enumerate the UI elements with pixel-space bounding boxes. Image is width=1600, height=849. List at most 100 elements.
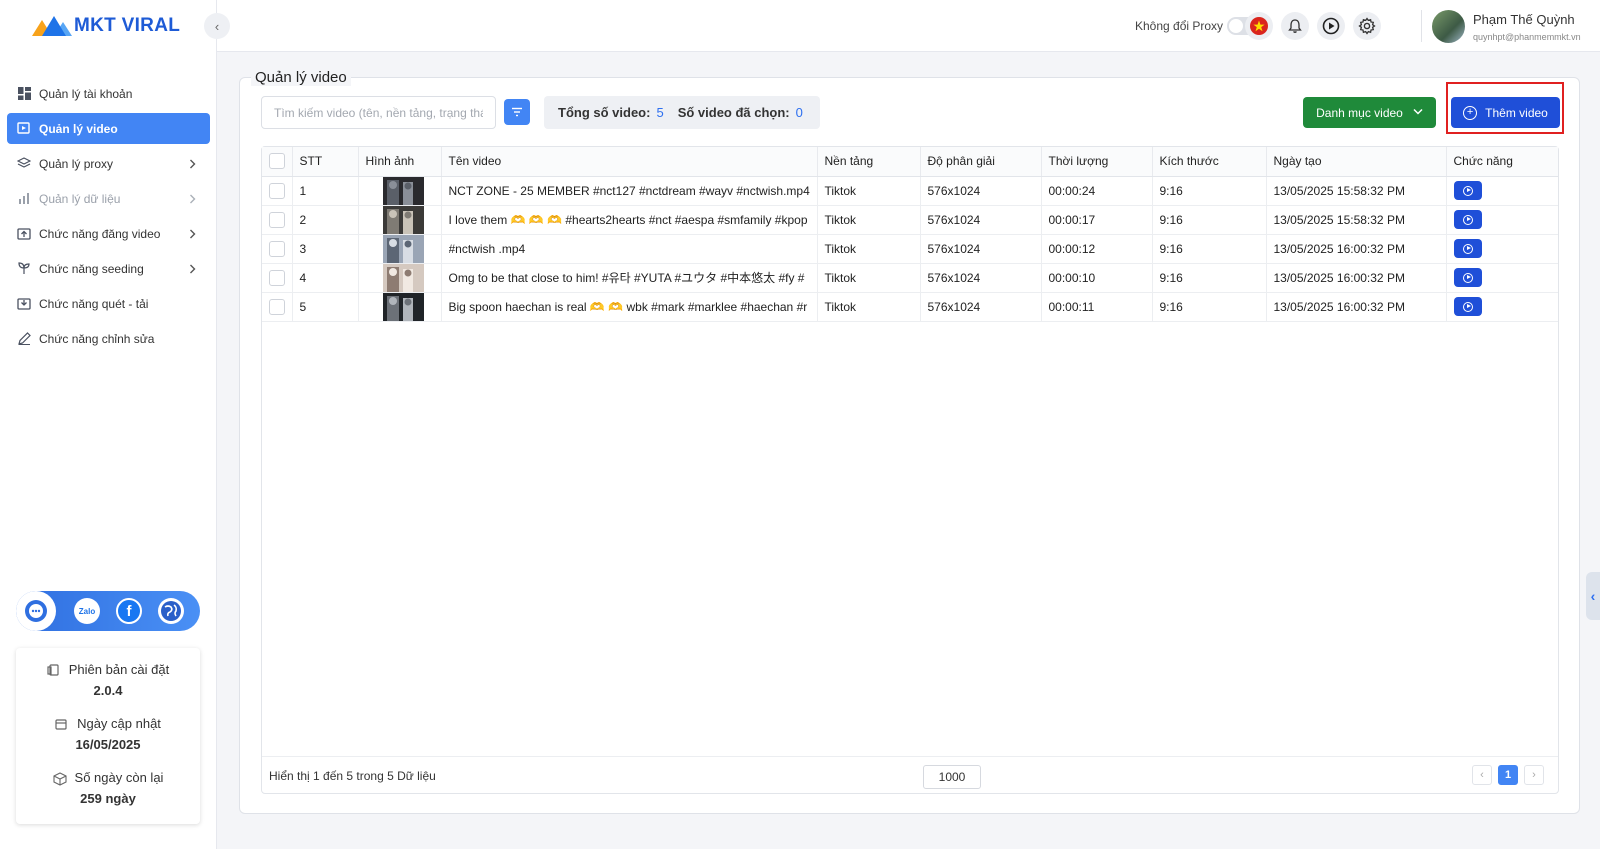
next-page-button[interactable]: › <box>1524 765 1544 785</box>
video-category-button[interactable]: Danh mục video <box>1303 97 1436 128</box>
resolution: 576x1024 <box>927 270 981 285</box>
top-header: Không đổi Proxy Phạm Thế Quỳnh quynhpt@p… <box>217 0 1600 52</box>
filter-button[interactable] <box>504 99 530 125</box>
aspect-size: 9:16 <box>1159 183 1183 198</box>
prev-page-button[interactable]: ‹ <box>1472 765 1492 785</box>
column-header[interactable]: STT <box>292 147 359 177</box>
sidebar-item-4[interactable]: Quản lý dữ liệu <box>7 183 210 214</box>
search-input[interactable] <box>261 96 496 129</box>
globe-icon[interactable] <box>158 598 184 624</box>
column-header[interactable]: Hình ảnh <box>358 147 442 177</box>
chevron-left-icon: ‹ <box>214 18 220 34</box>
zalo-icon[interactable]: Zalo <box>74 598 100 624</box>
row-index: 3 <box>299 241 307 256</box>
column-header[interactable]: Ngày tạo <box>1266 147 1447 177</box>
update-label: Ngày cập nhật <box>77 716 161 731</box>
play-video-button[interactable] <box>1453 181 1482 200</box>
facebook-icon[interactable]: f <box>116 598 142 624</box>
column-header[interactable]: Kích thước <box>1152 147 1267 177</box>
column-header[interactable]: Thời lượng <box>1041 147 1153 177</box>
column-header[interactable]: Tên video <box>441 147 818 177</box>
add-video-button[interactable]: + Thêm video <box>1451 97 1560 128</box>
column-header[interactable]: Chức năng <box>1446 147 1558 177</box>
play-video-button[interactable] <box>1453 297 1482 316</box>
video-name: Big spoon haechan is real 🫶 🫶 wbk #mark … <box>448 299 808 314</box>
filter-icon <box>512 107 522 117</box>
sidebar-item-label: Chức năng seeding <box>39 261 144 276</box>
tutorial-button[interactable] <box>1317 12 1345 40</box>
play-video-button[interactable] <box>1453 210 1482 229</box>
column-header[interactable]: Nền tảng <box>817 147 921 177</box>
chevron-right-icon <box>189 227 196 242</box>
user-email: quynhpt@phanmemmkt.vn <box>1473 32 1581 42</box>
sidebar-item-label: Quản lý tài khoản <box>39 86 133 101</box>
table-cell <box>358 263 442 293</box>
table-cell <box>262 205 293 235</box>
row-checkbox[interactable] <box>269 269 285 286</box>
duration: 00:00:17 <box>1048 212 1096 227</box>
sidebar-item-5[interactable]: Chức năng đăng video <box>7 218 210 249</box>
video-thumbnail[interactable] <box>382 176 424 205</box>
page-button-current[interactable]: 1 <box>1498 765 1518 785</box>
video-thumbnail[interactable] <box>382 234 424 263</box>
sidebar-item-8[interactable]: Chức năng chỉnh sửa <box>7 323 210 354</box>
table-cell: Tiktok <box>817 205 921 235</box>
table-row[interactable]: 5 Big spoon haechan is real 🫶 🫶 wbk #mark… <box>262 292 1558 322</box>
play-icon <box>1462 243 1473 254</box>
table-cell: 9:16 <box>1152 292 1267 322</box>
sidebar-item-6[interactable]: Chức năng seeding <box>7 253 210 284</box>
social-links: Zalo f <box>16 591 200 631</box>
remaining-value: 259 ngày <box>80 791 136 806</box>
sidebar-item-3[interactable]: Quản lý proxy <box>7 148 210 179</box>
table-row[interactable]: 1 NCT ZONE - 25 MEMBER #nct127 #nctdream … <box>262 176 1558 206</box>
support-chat-icon[interactable] <box>16 591 56 631</box>
row-checkbox[interactable] <box>269 298 285 315</box>
settings-button[interactable] <box>1353 12 1381 40</box>
app-logo[interactable]: MKT VIRAL <box>32 14 180 38</box>
table-cell: 576x1024 <box>920 292 1042 322</box>
column-header[interactable]: Độ phân giải <box>920 147 1042 177</box>
video-thumbnail[interactable] <box>382 263 424 292</box>
created-date: 13/05/2025 16:00:32 PM <box>1273 241 1405 256</box>
sidebar-nav: Quản lý tài khoản Quản lý video Quản lý pr… <box>7 78 210 358</box>
version-icon <box>47 663 59 676</box>
play-video-button[interactable] <box>1453 268 1482 287</box>
table-cell: 13/05/2025 16:00:32 PM <box>1266 292 1447 322</box>
row-checkbox[interactable] <box>269 182 285 199</box>
duration: 00:00:10 <box>1048 270 1096 285</box>
version-value: 2.0.4 <box>93 683 123 698</box>
sidebar-item-2[interactable]: Quản lý video <box>7 113 210 144</box>
side-drawer-tab[interactable]: ‹ <box>1586 572 1600 620</box>
avatar[interactable] <box>1432 10 1465 43</box>
table-row[interactable]: 4 Omg to be that close to him! #유타 #YUTA … <box>262 263 1558 293</box>
sidebar-collapse-button[interactable]: ‹ <box>204 13 230 39</box>
select-all-checkbox[interactable] <box>269 153 285 170</box>
table-cell: 576x1024 <box>920 205 1042 235</box>
sidebar-item-label: Quản lý proxy <box>39 156 114 171</box>
table-cell: 576x1024 <box>920 263 1042 293</box>
row-checkbox[interactable] <box>269 240 285 257</box>
notification-button[interactable] <box>1281 12 1309 40</box>
play-video-button[interactable] <box>1453 239 1482 258</box>
seed-icon <box>17 262 31 276</box>
table-cell: 13/05/2025 15:58:32 PM <box>1266 205 1447 235</box>
platform: Tiktok <box>824 212 857 227</box>
video-name: NCT ZONE - 25 MEMBER #nct127 #nctdream #… <box>448 183 810 198</box>
user-name: Phạm Thế Quỳnh <box>1473 12 1575 27</box>
chevron-right-icon: › <box>1532 769 1536 781</box>
language-button[interactable] <box>1245 12 1273 40</box>
page-size-select[interactable]: 1000 <box>923 765 981 789</box>
video-thumbnail[interactable] <box>382 205 424 234</box>
selected-videos-label: Số video đã chọn: <box>677 105 790 120</box>
sidebar-item-7[interactable]: Chức năng quét - tải <box>7 288 210 319</box>
sidebar-item-1[interactable]: Quản lý tài khoản <box>7 78 210 109</box>
video-thumbnail[interactable] <box>382 292 424 321</box>
table-row[interactable]: 3 #nctwish .mp4 Tiktok 576x1024 00:00:12 9:16… <box>262 234 1558 264</box>
table-cell: 576x1024 <box>920 176 1042 206</box>
table-cell <box>1446 205 1558 235</box>
vietnam-flag-icon <box>1250 17 1268 35</box>
table-cell: 13/05/2025 16:00:32 PM <box>1266 234 1447 264</box>
row-checkbox[interactable] <box>269 211 285 228</box>
table-row[interactable]: 2 I love them 🫶 🫶 🫶 #hearts2hearts #nct #… <box>262 205 1558 235</box>
chevron-left-icon: ‹ <box>1590 588 1596 604</box>
